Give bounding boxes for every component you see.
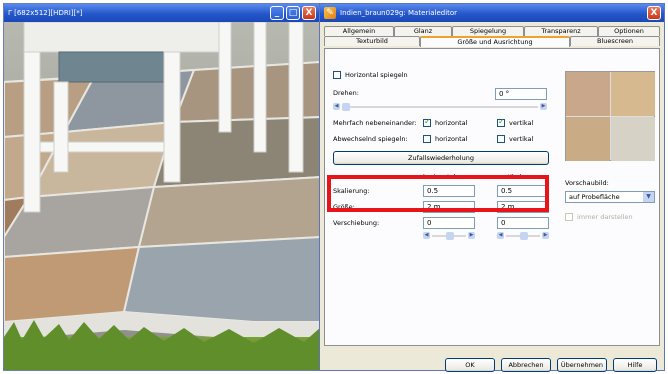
tab-texturbild[interactable]: Texturbild [324,36,420,46]
mehrfach-vertikal-checkbox[interactable] [497,117,505,127]
tab-allgemein[interactable]: Allgemein [324,26,394,36]
dialog-title: Indien_braun029g: Materialeditor [340,9,458,17]
abwechselnd-horizontal-label: horizontal [435,135,468,143]
verschiebung-vertikal-field[interactable]: 0 [497,217,549,229]
mehrfach-horizontal-label: horizontal [435,119,468,127]
ok-button[interactable]: OK [445,358,495,372]
verschiebung-label: Verschiebung: [333,219,380,227]
chevron-down-icon[interactable]: ▼ [643,192,654,202]
minimize-button[interactable]: _ [270,6,284,20]
slider-left-arrow-icon[interactable]: ◀ [497,232,504,239]
verschiebung-vertikal-slider[interactable]: ◀ ▶ [497,231,549,240]
drehen-label: Drehen: [333,89,359,97]
close-button[interactable]: X [302,6,316,20]
tab-optionen[interactable]: Optionen [598,26,660,36]
tab-row-front: Texturbild Größe und Ausrichtung Bluescr… [324,36,660,47]
tab-spiegelung[interactable]: Spiegelung [452,26,524,36]
vorschaubild-select-value: auf Probefläche [569,193,620,201]
dialog-close-button[interactable]: X [647,6,661,20]
tab-groesse-und-ausrichtung[interactable]: Größe und Ausrichtung [420,36,570,47]
abwechselnd-horizontal-checkbox[interactable] [423,135,431,143]
vorschaubild-select[interactable]: auf Probefläche ▼ [565,191,655,203]
render-window-title: Γ [682x512][HDRI][*] [8,9,83,17]
abbrechen-button[interactable]: Abbrechen [501,358,551,372]
slider-thumb[interactable] [342,102,350,111]
slider-right-arrow-icon[interactable]: ▶ [542,232,549,239]
slider-right-arrow-icon[interactable]: ▶ [540,103,547,110]
drehen-slider[interactable]: ◀ ▶ [333,102,547,111]
immer-darstellen-label: immer darstellen [577,213,633,221]
tab-bluescreen[interactable]: Bluescreen [570,36,660,46]
material-editor-icon: ✎ [324,7,336,19]
abwechselnd-label: Abwechselnd spiegeln: [333,135,408,143]
abwechselnd-vertikal-label: vertikal [509,135,534,143]
render-window-titlebar[interactable]: Γ [682x512][HDRI][*] _ □ X [4,4,319,22]
drehen-field[interactable]: 0 ° [495,88,547,100]
slider-thumb[interactable] [446,231,454,240]
verschiebung-horizontal-slider[interactable]: ◀ ▶ [423,231,475,240]
hilfe-button[interactable]: Hilfe [613,358,657,372]
slider-left-arrow-icon[interactable]: ◀ [333,103,340,110]
verschiebung-horizontal-field[interactable]: 0 [423,217,475,229]
maximize-button[interactable]: □ [286,6,300,20]
render-window: Γ [682x512][HDRI][*] _ □ X [3,3,320,371]
slider-thumb[interactable] [520,231,528,240]
immer-darstellen-checkbox [565,213,573,221]
terrace-tiles [4,61,319,324]
slider-left-arrow-icon[interactable]: ◀ [423,232,430,239]
tab-row-back: Allgemein Glanz Spiegelung Transparenz O… [324,26,660,36]
vorschaubild-label: Vorschaubild: [565,179,609,187]
texture-preview-image [565,71,655,161]
uebernehmen-button[interactable]: Übernehmen [557,358,607,372]
horizontal-spiegeln-label: Horizontal spiegeln [345,71,408,79]
rendered-scene-image [4,22,319,370]
mehrfach-label: Mehrfach nebeneinander: [333,119,417,127]
highlight-box [327,175,549,212]
mehrfach-vertikal-label: vertikal [509,119,534,127]
dialog-titlebar[interactable]: ✎ Indien_braun029g: Materialeditor X [320,4,664,22]
abwechselnd-vertikal-checkbox[interactable] [497,135,505,143]
zufallswiederholung-button[interactable]: Zufallswiederholung [333,151,549,165]
tab-glanz[interactable]: Glanz [394,26,452,36]
slider-right-arrow-icon[interactable]: ▶ [468,232,475,239]
horizontal-spiegeln-checkbox[interactable] [333,71,341,79]
mehrfach-horizontal-checkbox[interactable] [423,117,431,127]
tab-transparenz[interactable]: Transparenz [524,26,598,36]
